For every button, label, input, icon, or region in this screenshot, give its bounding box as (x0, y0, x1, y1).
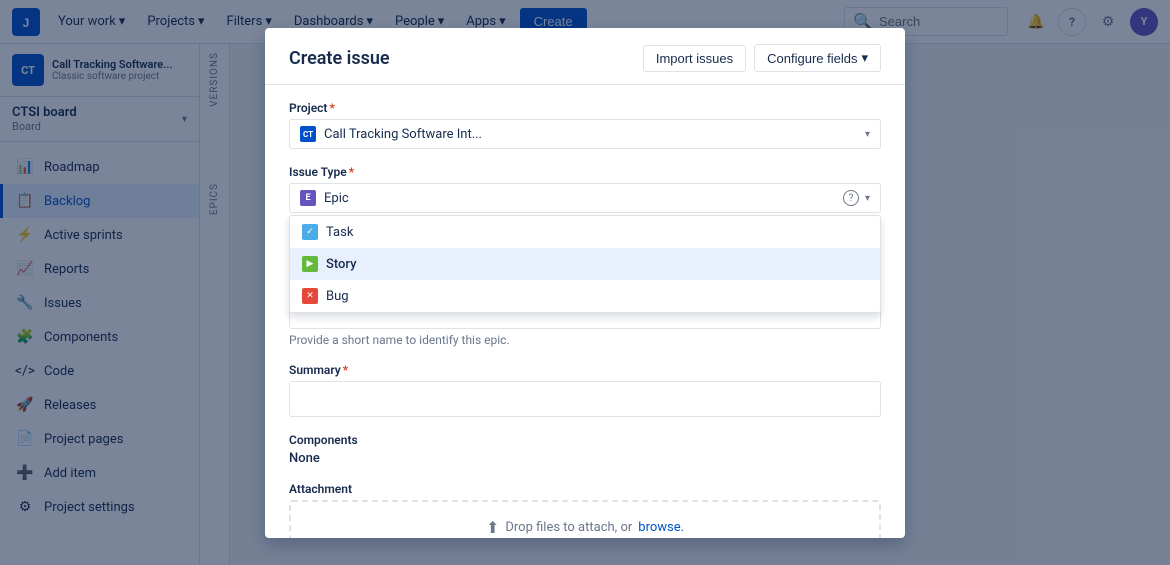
upload-icon: ⬆ (486, 518, 499, 537)
project-select-chevron: ▾ (865, 129, 870, 140)
components-value: None (289, 451, 881, 466)
epic-name-hint: Provide a short name to identify this ep… (289, 333, 881, 347)
modal-backdrop[interactable]: Create issue Import issues Configure fie… (0, 0, 1170, 565)
create-issue-modal: Create issue Import issues Configure fie… (265, 28, 905, 538)
issue-type-select[interactable]: E Epic ? ▾ (289, 183, 881, 213)
issue-type-dropdown: ✓ Task ▶ Story ✕ Bug (289, 215, 881, 313)
attachment-dropzone[interactable]: ⬆ Drop files to attach, or browse. (289, 500, 881, 538)
dropdown-item-story[interactable]: ▶ Story (290, 248, 880, 280)
project-select[interactable]: CT Call Tracking Software Int... ▾ (289, 119, 881, 149)
components-field: Components None (289, 433, 881, 466)
browse-link[interactable]: browse. (638, 520, 684, 535)
dropdown-item-bug[interactable]: ✕ Bug (290, 280, 880, 312)
task-icon: ✓ (302, 224, 318, 240)
modal-title: Create issue (289, 48, 390, 69)
bug-icon: ✕ (302, 288, 318, 304)
epic-type-icon: E (300, 190, 316, 206)
summary-field: Summary * (289, 363, 881, 417)
project-field: Project * CT Call Tracking Software Int.… (289, 101, 881, 149)
summary-input[interactable] (289, 381, 881, 417)
project-icon: CT (300, 126, 316, 142)
issue-type-chevron: ▾ (865, 193, 870, 204)
story-icon: ▶ (302, 256, 318, 272)
modal-header: Create issue Import issues Configure fie… (265, 28, 905, 85)
issue-type-field: Issue Type * E Epic ? ▾ (289, 165, 881, 259)
attachment-field: Attachment ⬆ Drop files to attach, or br… (289, 482, 881, 538)
modal-body: Project * CT Call Tracking Software Int.… (265, 85, 905, 538)
import-issues-button[interactable]: Import issues (643, 45, 746, 72)
dropdown-item-task[interactable]: ✓ Task (290, 216, 880, 248)
help-circle-icon: ? (843, 190, 859, 206)
configure-fields-button[interactable]: Configure fields ▾ (754, 44, 881, 72)
configure-fields-chevron: ▾ (861, 50, 868, 66)
